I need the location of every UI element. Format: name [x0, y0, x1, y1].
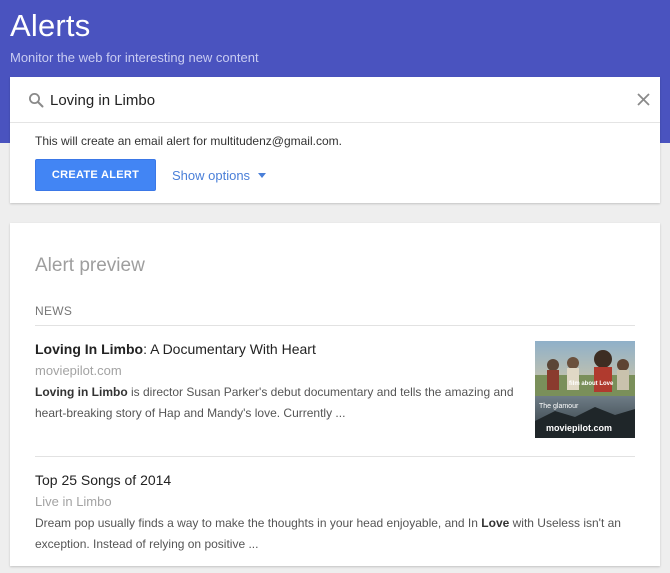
- caret-down-icon: [258, 173, 267, 178]
- result-snippet: Loving in Limbo is director Susan Parker…: [35, 382, 520, 424]
- snippet-text: Dream pop usually finds a way to make th…: [35, 516, 482, 530]
- result-title-highlight: Loving In Limbo: [35, 341, 144, 357]
- show-options-link[interactable]: Show options: [172, 168, 267, 183]
- result-title-link[interactable]: Top 25 Songs of 2014: [35, 472, 171, 488]
- create-alert-card: This will create an email alert for mult…: [10, 77, 660, 203]
- snippet-highlight: Love: [481, 516, 510, 530]
- search-icon: [28, 92, 44, 108]
- result-title-link[interactable]: Loving In Limbo: A Documentary With Hear…: [35, 341, 316, 357]
- result-divider: [35, 456, 635, 457]
- search-bar: [10, 77, 660, 123]
- result-snippet: Dream pop usually finds a way to make th…: [35, 513, 635, 555]
- email-alert-note: This will create an email alert for mult…: [35, 134, 342, 148]
- section-divider: [35, 325, 635, 326]
- page-title: Alerts: [10, 8, 91, 43]
- preview-title: Alert preview: [35, 255, 145, 276]
- show-options-label: Show options: [172, 168, 251, 183]
- thumbnail-caption: The glamour: [539, 403, 579, 410]
- result-title-text: : A Documentary With Heart: [143, 341, 316, 357]
- alert-preview-card: Alert preview NEWS Loving In Limbo: A Do…: [10, 223, 660, 566]
- result-thumbnail[interactable]: film about Love The glamour moviepilot.com: [535, 341, 635, 438]
- create-alert-button[interactable]: CREATE ALERT: [35, 159, 156, 191]
- snippet-highlight: Loving in Limbo: [35, 385, 128, 399]
- thumbnail-site-label: moviepilot.com: [546, 423, 612, 433]
- section-label-news: NEWS: [35, 304, 73, 318]
- alert-query-input[interactable]: [50, 87, 610, 113]
- close-icon[interactable]: [637, 93, 650, 106]
- result-source: moviepilot.com: [35, 363, 122, 378]
- page-subtitle: Monitor the web for interesting new cont…: [10, 50, 259, 65]
- result-source: Live in Limbo: [35, 494, 112, 509]
- thumbnail-caption: film about Love: [569, 381, 614, 387]
